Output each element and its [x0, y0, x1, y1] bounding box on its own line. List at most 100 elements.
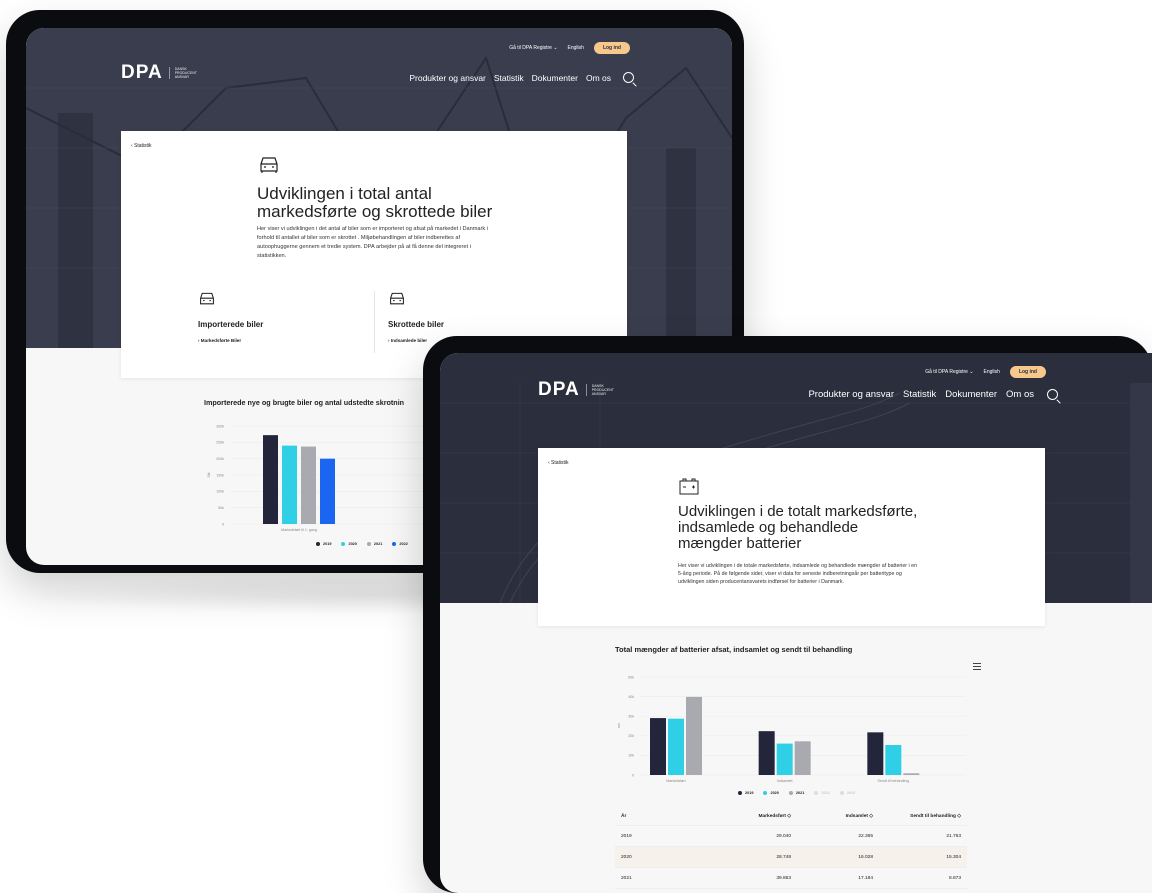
- col-header-markedsfort[interactable]: Markedsført ◇: [681, 814, 791, 819]
- back-link[interactable]: ‹ Statistik: [131, 143, 152, 149]
- legend-item[interactable]: 2022: [392, 542, 408, 546]
- bar-2019: [263, 435, 278, 524]
- cell: 2021: [621, 875, 632, 881]
- y-tick-label: 50k: [218, 506, 224, 510]
- legend-item[interactable]: 2020: [763, 791, 779, 795]
- registry-link[interactable]: Gå til DPA Registre ⌄: [509, 45, 557, 51]
- cell: 2019: [621, 833, 632, 839]
- y-tick-label: 0: [222, 522, 224, 526]
- nav-item-statistik[interactable]: Statistik: [903, 389, 936, 400]
- table-row: 2021 39.863 17.184 8.873: [615, 868, 967, 889]
- chart-title: Importerede nye og brugte biler og antal…: [204, 398, 405, 407]
- legend-item[interactable]: 2022: [814, 791, 830, 795]
- back-link[interactable]: ‹ Statistik: [548, 460, 569, 466]
- legend-item[interactable]: 2019: [738, 791, 753, 795]
- intro-card: ‹ Statistik Udviklingen i de totalt mark…: [538, 448, 1045, 626]
- y-tick-label: 200k: [216, 457, 224, 461]
- cell: 39.863: [776, 875, 791, 881]
- subcard-importerede[interactable]: Importerede biler › Markedsførte Biler: [198, 291, 358, 343]
- car-icon: [390, 292, 404, 305]
- bar-2020: [282, 445, 297, 524]
- bar-2022: [320, 458, 335, 524]
- bar-2021: [903, 773, 920, 775]
- login-button[interactable]: Log ind: [593, 42, 630, 54]
- logo-tagline: DANSK PRODUCENT ANSVAR: [585, 383, 614, 397]
- cell: 2020: [621, 854, 632, 860]
- bar-2019: [650, 718, 666, 775]
- table-row: 2019 29.040 22.365 21.763: [615, 826, 967, 847]
- subcard-link[interactable]: › Markedsførte Biler: [198, 338, 358, 343]
- chart-menu-icon[interactable]: [973, 663, 981, 671]
- y-tick-label: 50k: [628, 675, 634, 679]
- search-icon[interactable]: [1047, 389, 1058, 400]
- col-header-behandling[interactable]: Sendt til behandling ◇: [873, 814, 961, 819]
- legend-item[interactable]: 2020: [341, 542, 357, 546]
- bar-2019: [867, 732, 884, 775]
- chart-legend: 2019 2020 2021 2022: [316, 542, 408, 546]
- main-nav: Produkter og ansvar Statistik Dokumenter…: [409, 72, 634, 83]
- y-tick-label: 0: [632, 773, 634, 777]
- bar-2020: [776, 743, 793, 775]
- dpa-logo[interactable]: DPA DANSK PRODUCENT ANSVAR: [538, 379, 614, 401]
- login-button[interactable]: Log ind: [1009, 366, 1046, 378]
- y-axis-label: Stk: [207, 472, 211, 477]
- nav-item-dokumenter[interactable]: Dokumenter: [945, 389, 997, 400]
- page-description: Her viser vi udviklingen i det antal af …: [257, 226, 488, 259]
- screen-2: Gå til DPA Registre ⌄ English Log ind DP…: [440, 353, 1152, 893]
- y-axis-label: Ton: [618, 723, 621, 729]
- y-tick-label: 10k: [628, 754, 634, 758]
- battery-icon: [679, 478, 699, 495]
- x-tick-label: Markedsført til 1. gang: [281, 528, 317, 532]
- x-tick-label: Indsamlet: [777, 779, 793, 783]
- subcard-title: Skrottede biler: [388, 320, 445, 329]
- cell: 28.748: [776, 854, 791, 860]
- legend-item[interactable]: 2019: [316, 542, 331, 546]
- x-tick-label: Sendt til behandling: [878, 779, 910, 783]
- utility-bar: Gå til DPA Registre ⌄ English Log ind: [509, 42, 630, 54]
- nav-item-statistik[interactable]: Statistik: [494, 73, 524, 83]
- table-header: År Markedsført ◇ Indsamlet ◇ Sendt til b…: [615, 808, 967, 826]
- nav-item-produkter[interactable]: Produkter og ansvar: [808, 389, 894, 400]
- divider: [374, 291, 375, 353]
- search-icon[interactable]: [623, 72, 634, 83]
- legend-item[interactable]: 2021: [366, 542, 382, 546]
- x-tick-label: Markedsført: [666, 779, 685, 783]
- nav-item-om-os[interactable]: Om os: [586, 73, 611, 83]
- tablet-2: Gå til DPA Registre ⌄ English Log ind DP…: [423, 336, 1152, 893]
- car-icon: [260, 157, 278, 173]
- subcard-title: Importerede biler: [198, 320, 264, 329]
- logo-wordmark: DPA: [121, 62, 163, 83]
- cell: 17.184: [858, 875, 873, 881]
- y-tick-label: 30k: [628, 715, 634, 719]
- cell: 15.304: [946, 854, 961, 860]
- y-tick-label: 150k: [216, 473, 224, 477]
- nav-item-dokumenter[interactable]: Dokumenter: [532, 73, 578, 83]
- bar-2020: [885, 745, 902, 775]
- language-link[interactable]: English: [568, 45, 584, 51]
- bar-2021: [794, 741, 811, 775]
- cell: 29.040: [776, 833, 791, 839]
- bar-2021: [301, 446, 316, 524]
- table-row: 2020 28.748 16.028 15.304: [615, 847, 967, 868]
- bar-2019: [758, 731, 775, 775]
- y-tick-label: 100k: [216, 490, 224, 494]
- nav-item-produkter[interactable]: Produkter og ansvar: [409, 73, 486, 83]
- page-title: Udviklingen i de totalt markedsførte, in…: [678, 503, 918, 552]
- cell: 8.873: [948, 875, 961, 881]
- page-title: Udviklingen i total antal markedsførte o…: [257, 184, 493, 221]
- legend-item[interactable]: 2021: [788, 791, 804, 795]
- legend-item[interactable]: 2023: [839, 791, 855, 795]
- y-tick-label: 40k: [628, 695, 634, 699]
- mockup-stage: Gå til DPA Registre ⌄ English Log ind DP…: [0, 0, 1152, 893]
- col-header-year[interactable]: År: [621, 814, 681, 819]
- dpa-logo[interactable]: DPA DANSK PRODUCENT ANSVAR: [121, 62, 197, 84]
- data-table: År Markedsført ◇ Indsamlet ◇ Sendt til b…: [615, 808, 967, 889]
- bar-2021: [686, 696, 702, 775]
- logo-wordmark: DPA: [538, 379, 580, 400]
- page-description: Her viser vi udviklingen i de totale mar…: [678, 563, 918, 586]
- registry-link[interactable]: Gå til DPA Registre ⌄: [925, 369, 973, 375]
- chart-title: Total mængder af batterier afsat, indsam…: [615, 645, 853, 654]
- nav-item-om-os[interactable]: Om os: [1006, 389, 1034, 400]
- language-link[interactable]: English: [984, 369, 1000, 375]
- col-header-indsamlet[interactable]: Indsamlet ◇: [791, 814, 873, 819]
